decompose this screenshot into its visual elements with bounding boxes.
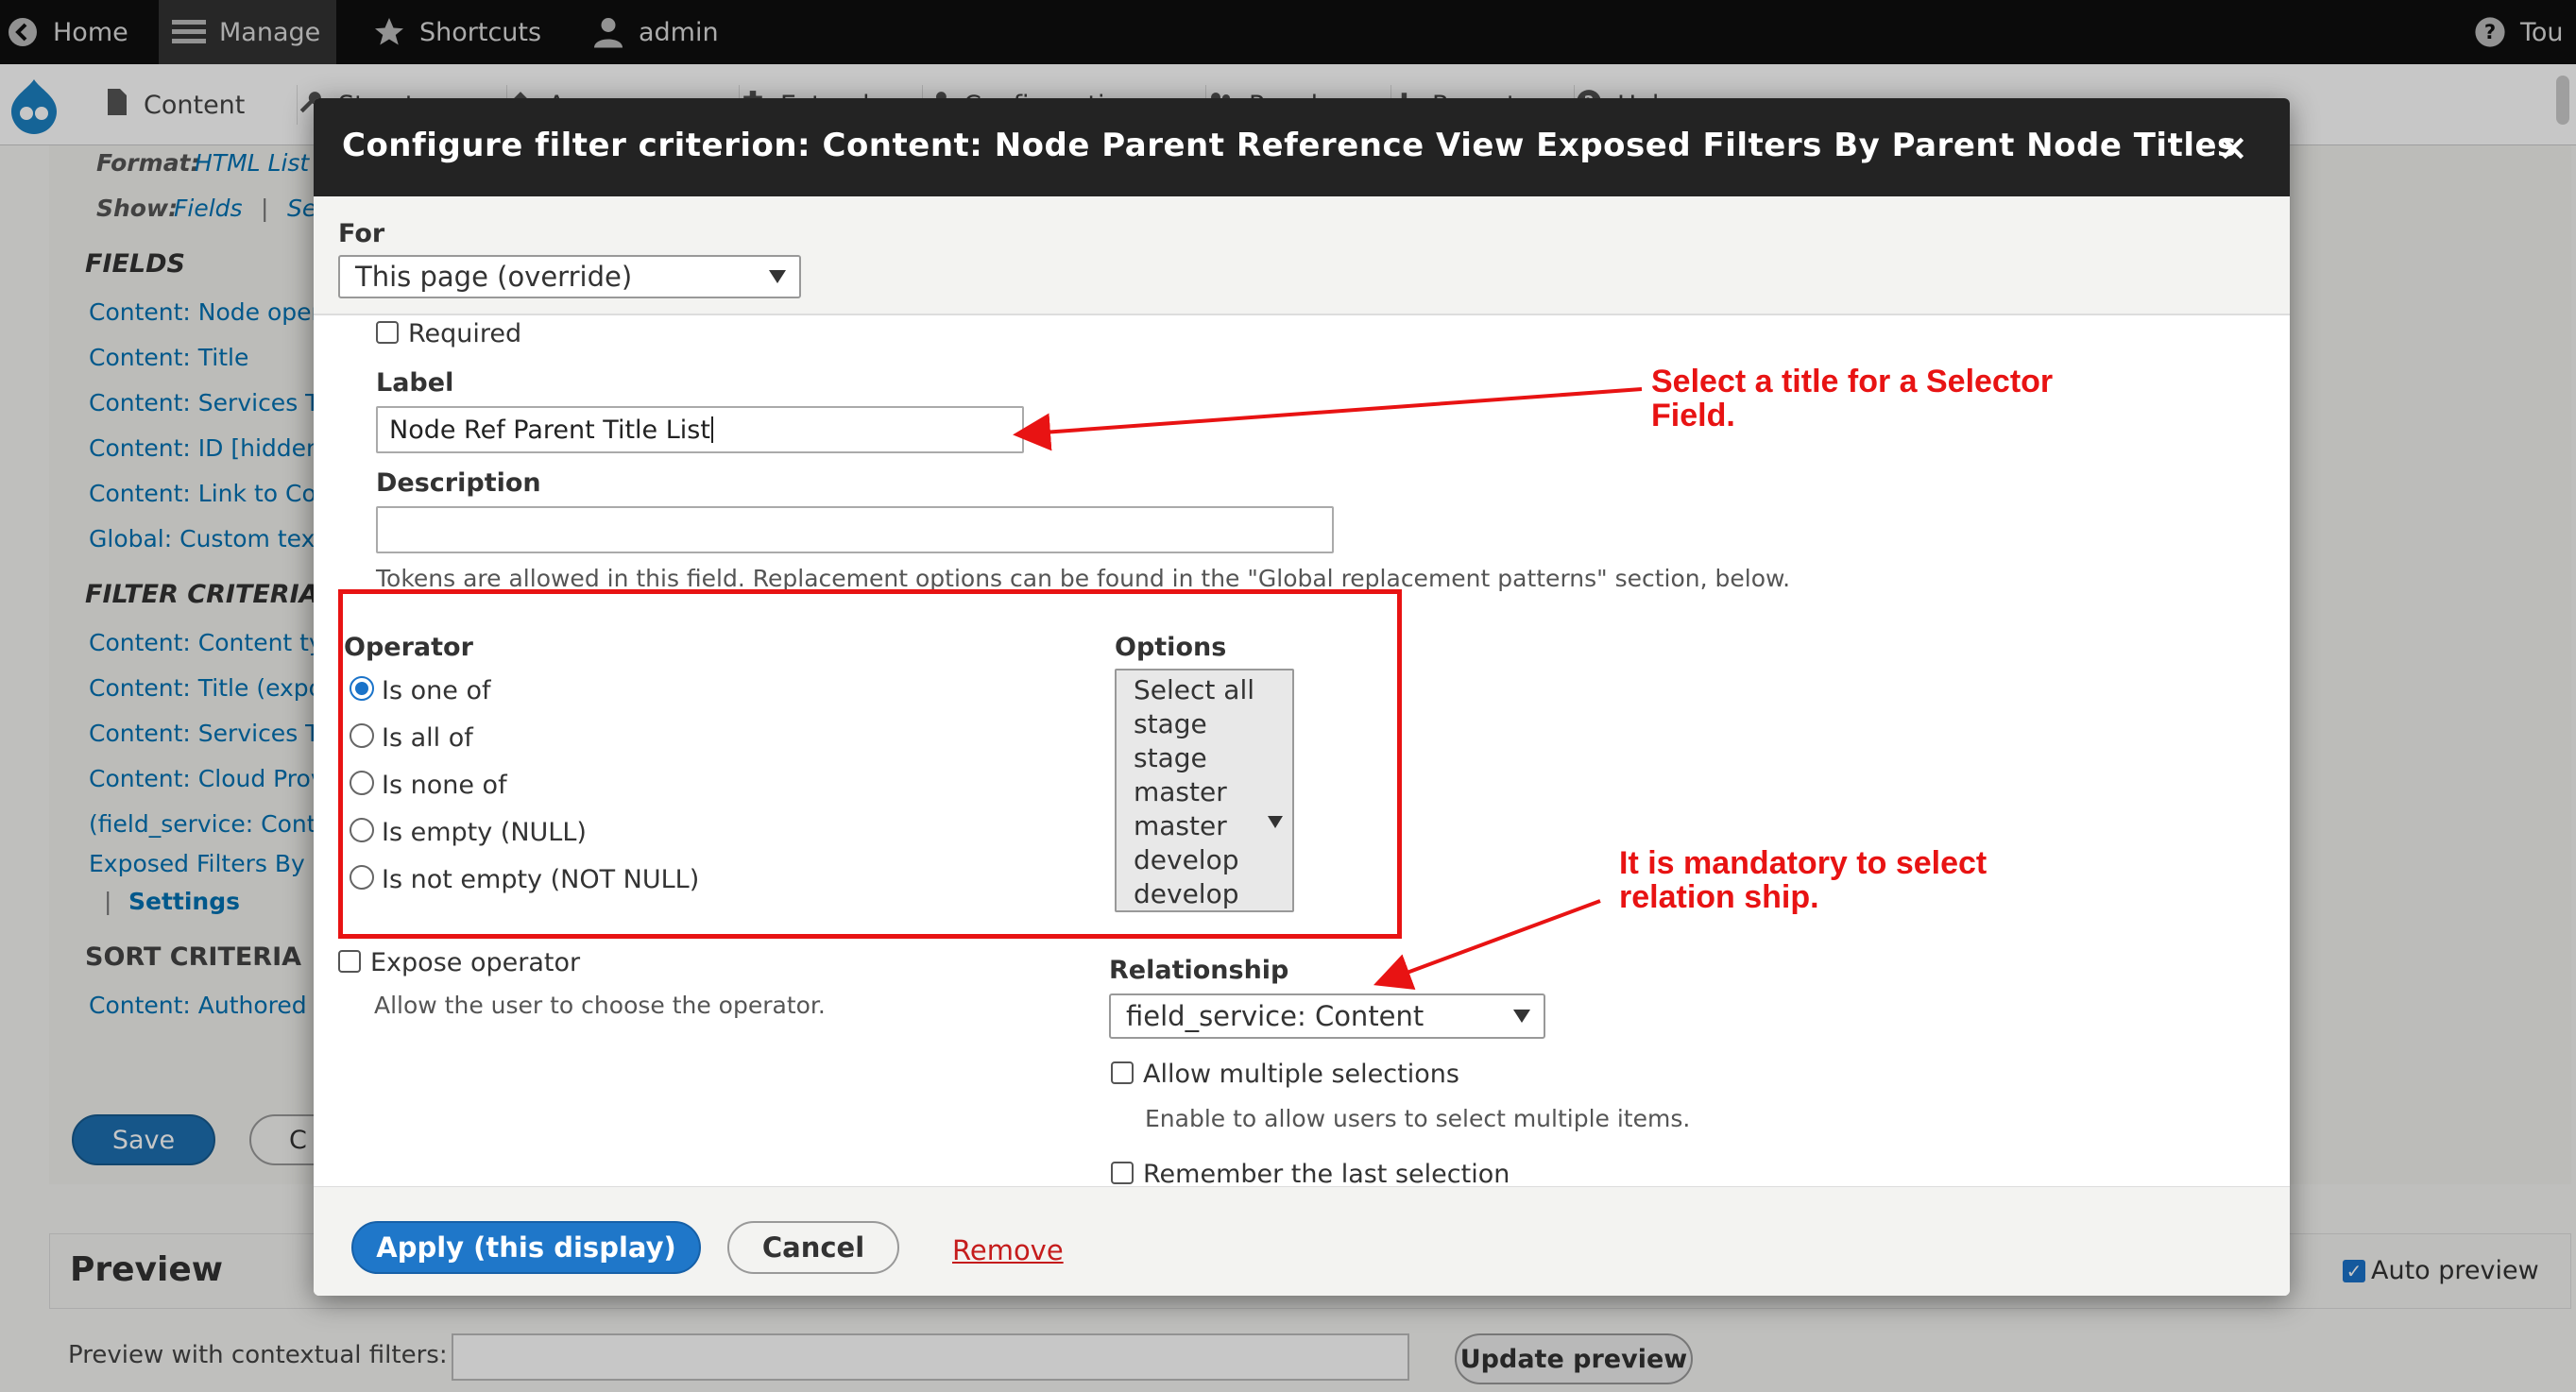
annotation-label-note-line2: Field. [1651,398,1735,433]
chevron-down-icon [1513,1010,1530,1023]
annotation-relationship-note-line2: relation ship. [1619,879,1819,915]
expose-operator-help: Allow the user to choose the operator. [374,992,826,1019]
allow-multiple-help: Enable to allow users to select multiple… [1145,1105,1691,1132]
tokens-help-text: Tokens are allowed in this field. Replac… [376,565,1791,592]
description-label: Description [376,468,541,498]
apply-button[interactable]: Apply (this display) [351,1221,701,1274]
annotation-relationship-note-line1: It is mandatory to select [1619,845,1987,881]
relationship-value: field_service: Content [1126,1000,1424,1032]
label-input[interactable]: Node Ref Parent Title List [376,406,1024,453]
description-input[interactable] [376,506,1334,553]
remember-selection-checkbox[interactable] [1111,1162,1134,1184]
cancel-button[interactable]: Cancel [727,1221,899,1274]
remove-link[interactable]: Remove [952,1234,1064,1266]
label-field-label: Label [376,368,454,398]
allow-multiple-checkbox[interactable] [1111,1061,1134,1084]
close-icon[interactable]: × [2218,127,2248,168]
required-label: Required [408,319,522,348]
dialog-title: Configure filter criterion: Content: Nod… [342,127,2237,164]
relationship-label: Relationship [1109,956,1289,985]
annotation-label-note-line1: Select a title for a Selector [1651,364,2054,399]
remember-selection-label: Remember the last selection [1143,1160,1510,1189]
dialog-header: Configure filter criterion: Content: Nod… [314,98,2290,196]
label-input-value: Node Ref Parent Title List [389,415,710,445]
text-cursor [710,416,713,443]
expose-operator-checkbox[interactable] [338,950,361,973]
for-label: For [338,219,385,248]
for-display-select[interactable]: This page (override) [338,255,801,298]
relationship-select[interactable]: field_service: Content [1109,993,1545,1039]
for-display-section: For This page (override) [314,196,2290,315]
allow-multiple-label: Allow multiple selections [1143,1060,1459,1089]
operator-options-highlight-box [338,589,1402,939]
required-checkbox[interactable] [376,321,399,344]
chevron-down-icon [769,270,786,283]
dialog-footer: Apply (this display) Cancel Remove [314,1186,2290,1296]
for-display-value: This page (override) [355,261,633,293]
expose-operator-label: Expose operator [370,948,581,977]
